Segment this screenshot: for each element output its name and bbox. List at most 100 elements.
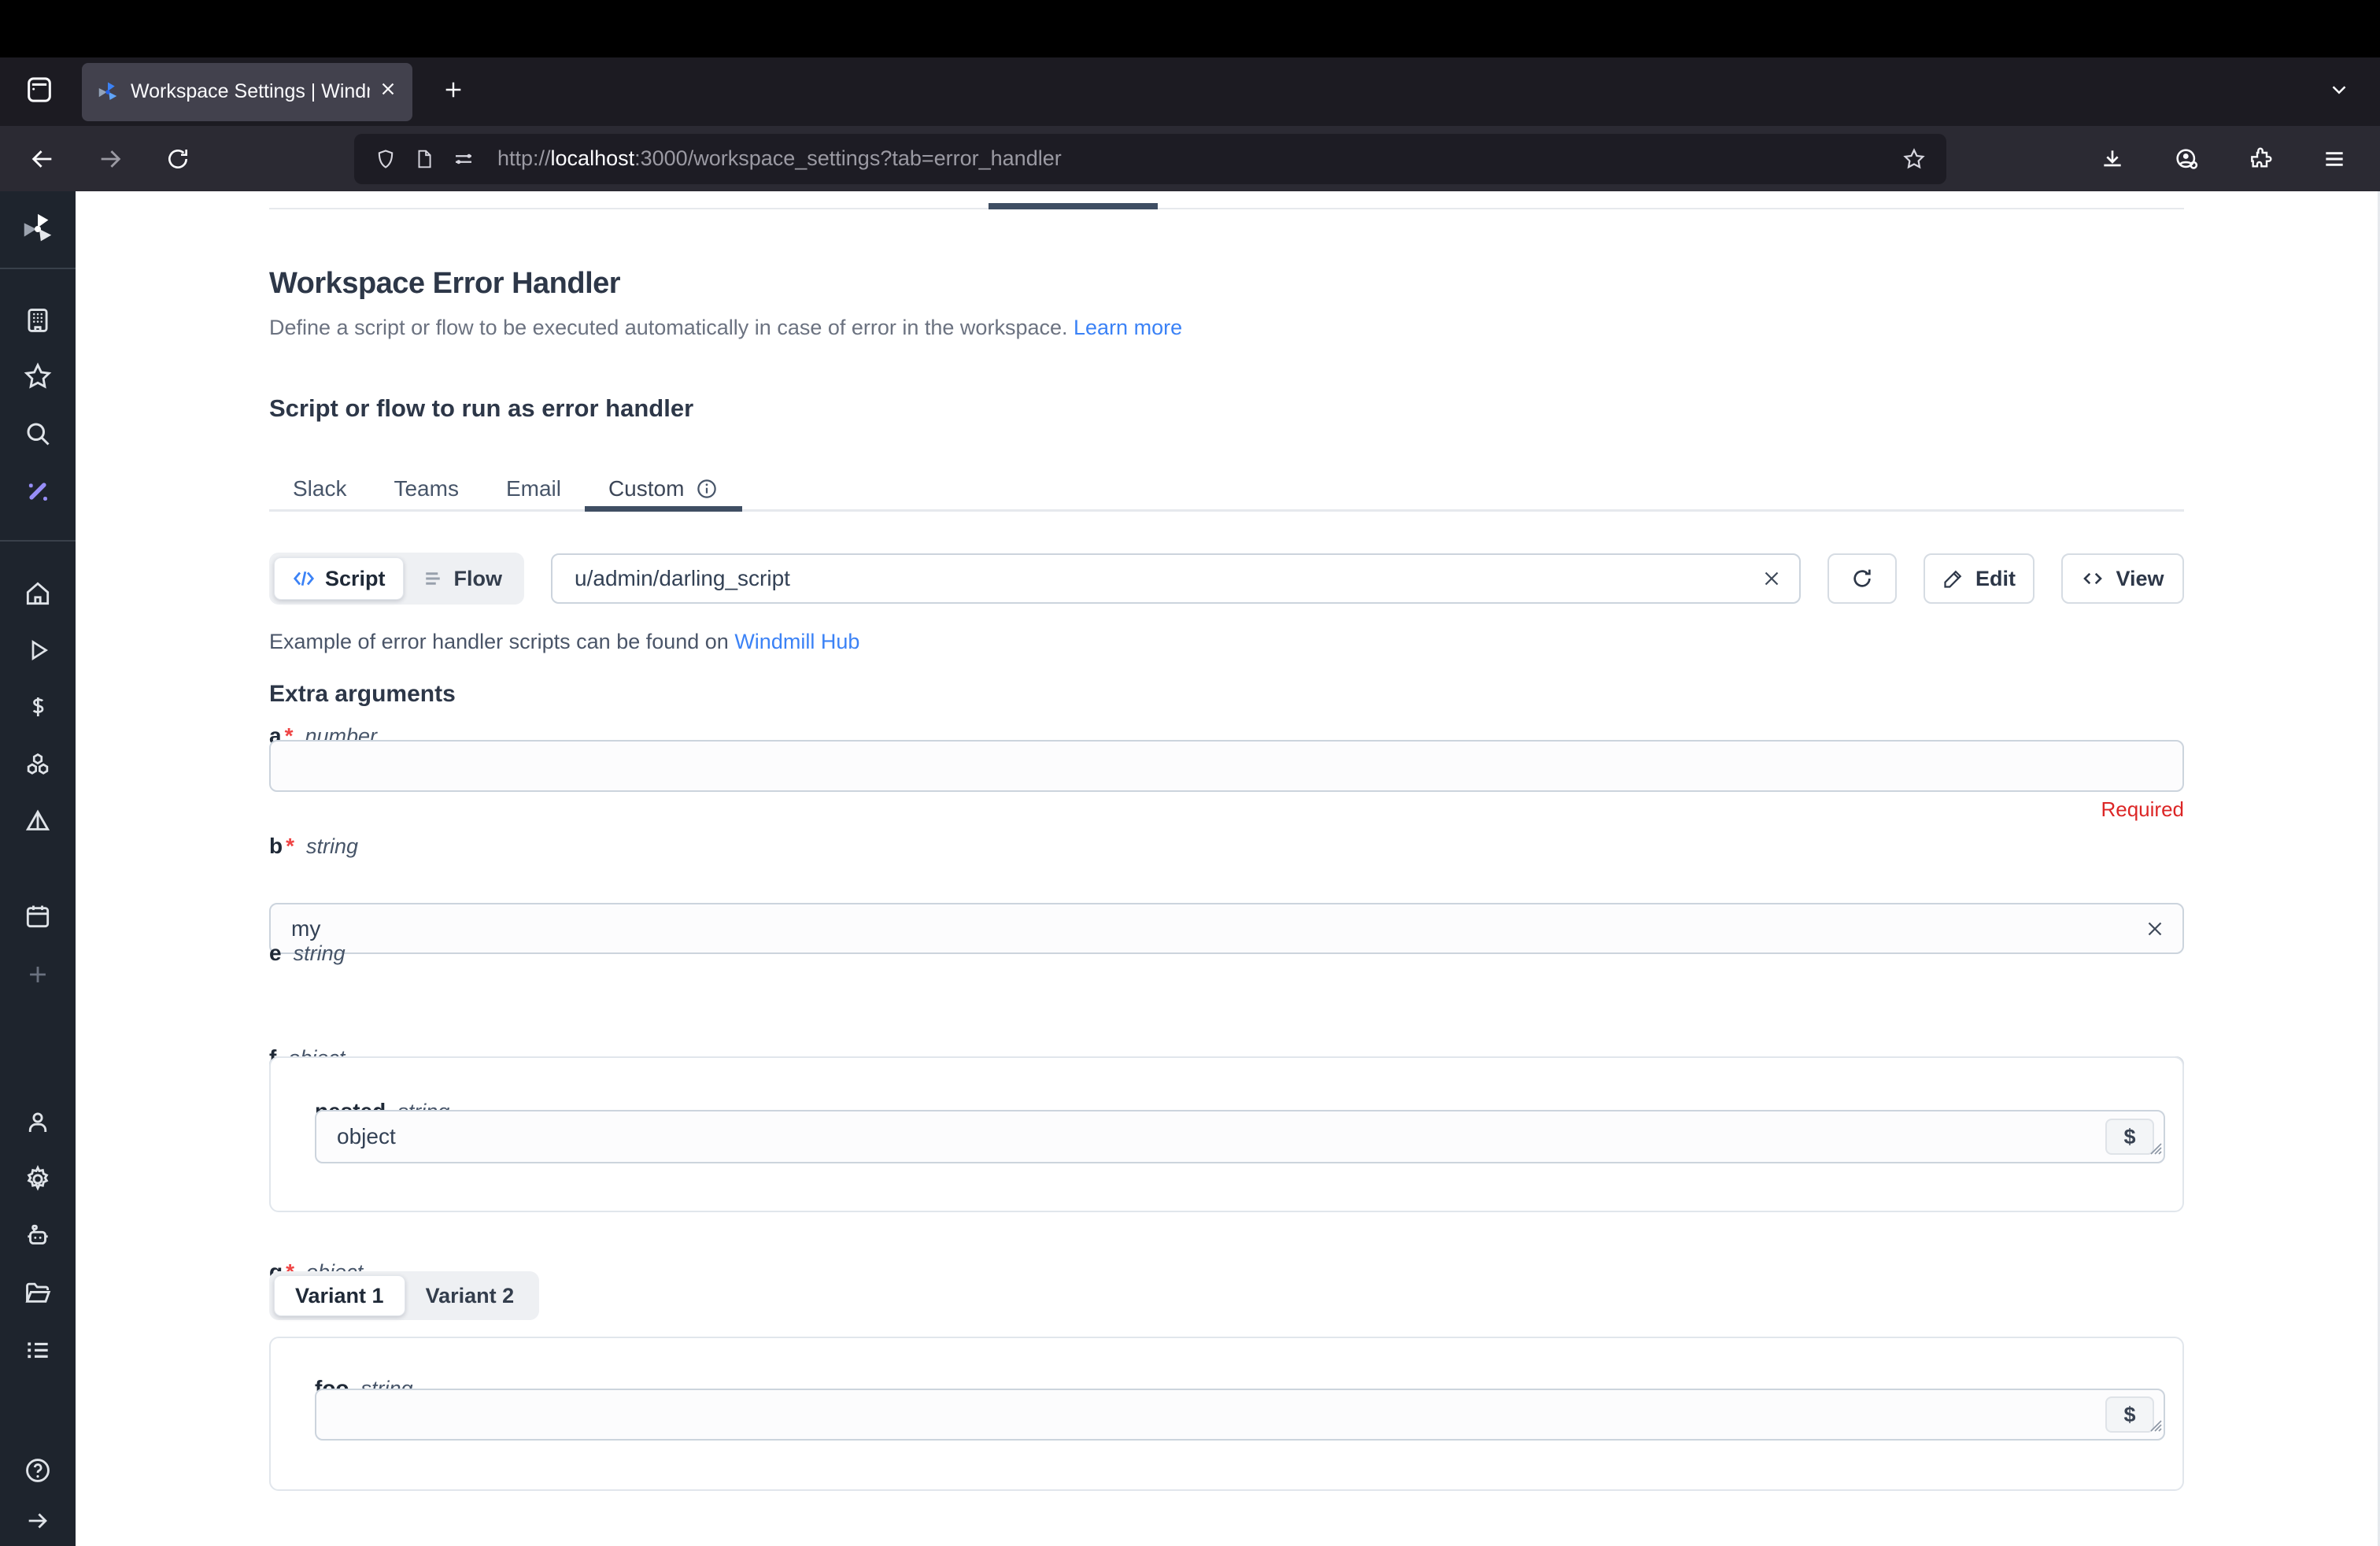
menu-button[interactable] <box>2312 137 2356 181</box>
plus-icon <box>24 961 51 992</box>
star-icon <box>23 361 53 395</box>
code-icon <box>292 567 316 590</box>
page-tabs-bottom-border <box>269 208 2184 209</box>
variant-1-tab[interactable]: Variant 1 <box>274 1275 405 1316</box>
sidebar-item-folders[interactable] <box>19 1276 57 1314</box>
tab-custom[interactable]: Custom <box>585 468 742 509</box>
sidebar-collapse-button[interactable] <box>19 1503 57 1541</box>
field-nested-input[interactable] <box>315 1110 2165 1163</box>
sidebar-item-settings[interactable] <box>19 1162 57 1200</box>
code-brackets-icon <box>2081 567 2105 590</box>
sidebar-item-variables[interactable] <box>19 690 57 727</box>
sidebar-item-triggers[interactable] <box>19 804 57 842</box>
script-path-input[interactable] <box>551 553 1801 604</box>
view-button[interactable]: View <box>2061 553 2184 604</box>
url-prefix: http:// <box>497 146 551 170</box>
forward-button[interactable] <box>88 137 132 181</box>
boxes-icon <box>23 750 53 784</box>
extensions-button[interactable] <box>2238 137 2282 181</box>
help-icon <box>23 1455 53 1489</box>
sidebar-item-search[interactable] <box>19 416 57 454</box>
field-f-object-box: nested string $ <box>269 1056 2184 1212</box>
sidebar-toggle-button[interactable] <box>17 70 61 114</box>
sidebar-toggle-icon <box>24 74 55 109</box>
sidebar-item-resources[interactable] <box>19 748 57 786</box>
url-bar[interactable]: http://localhost:3000/workspace_settings… <box>354 134 1946 184</box>
field-g-label: g* object <box>269 1259 2184 1285</box>
script-path-field <box>551 553 1801 604</box>
gear-icon <box>23 1164 53 1198</box>
permissions-icon[interactable] <box>452 147 475 171</box>
sidebar-item-users[interactable] <box>19 1105 57 1143</box>
field-a-input[interactable] <box>269 740 2184 792</box>
url-host: localhost <box>551 146 635 170</box>
sidebar-item-runs[interactable] <box>19 633 57 671</box>
resize-handle[interactable] <box>2144 1414 2163 1437</box>
magic-wand-icon <box>23 476 53 510</box>
active-page-tab-indicator <box>989 203 1158 209</box>
pyramid-icon <box>23 807 53 841</box>
resize-handle[interactable] <box>2144 1137 2163 1160</box>
learn-more-link[interactable]: Learn more <box>1074 316 1182 339</box>
play-icon <box>24 636 52 668</box>
url-text[interactable]: http://localhost:3000/workspace_settings… <box>497 146 1902 171</box>
browser-tab[interactable]: Workspace Settings | Windmill <box>82 63 412 121</box>
browser-toolbar: http://localhost:3000/workspace_settings… <box>0 126 2380 191</box>
sidebar-item-favorites[interactable] <box>19 359 57 397</box>
shield-icon[interactable] <box>375 147 397 171</box>
field-a-error: Required <box>269 797 2184 822</box>
sidebar-item-workspace[interactable] <box>19 301 57 339</box>
account-button[interactable] <box>2164 137 2208 181</box>
windmill-hub-link[interactable]: Windmill Hub <box>734 630 859 653</box>
downloads-button[interactable] <box>2090 137 2134 181</box>
field-g-object-box: foo string $ <box>269 1337 2184 1491</box>
field-foo-input[interactable] <box>315 1389 2165 1441</box>
sidebar-item-ai[interactable] <box>19 474 57 512</box>
tab-close-icon[interactable] <box>378 79 398 105</box>
windmill-logo[interactable] <box>19 210 57 248</box>
edit-button[interactable]: Edit <box>1924 553 2034 604</box>
refresh-button[interactable] <box>1828 553 1897 604</box>
top-black-strip <box>0 0 2380 57</box>
sidebar-item-logs[interactable] <box>19 1333 57 1370</box>
refresh-icon <box>1850 566 1875 591</box>
list-all-tabs-button[interactable] <box>2317 70 2361 114</box>
clear-b-icon[interactable] <box>2143 917 2167 941</box>
variant-2-tab[interactable]: Variant 2 <box>405 1275 535 1316</box>
tab-slack[interactable]: Slack <box>269 468 370 509</box>
tab-email[interactable]: Email <box>482 468 585 509</box>
flow-toggle[interactable]: Flow <box>404 557 520 600</box>
calendar-icon <box>23 901 53 935</box>
chevron-down-icon <box>2327 78 2351 105</box>
sidebar-divider <box>0 540 76 542</box>
handler-channel-tabs: Slack Teams Email Custom <box>269 468 2184 512</box>
browser-tab-bar: Workspace Settings | Windmill <box>0 57 2380 126</box>
info-icon[interactable] <box>695 477 719 501</box>
back-button[interactable] <box>20 137 65 181</box>
sidebar-item-home[interactable] <box>19 576 57 614</box>
field-b-label: b* string <box>269 834 2184 859</box>
sidebar-item-workers[interactable] <box>19 1219 57 1256</box>
page-info-icon[interactable] <box>414 147 434 171</box>
bookmark-star-icon[interactable] <box>1902 147 1926 171</box>
tab-teams[interactable]: Teams <box>370 468 482 509</box>
page-subtitle: Define a script or flow to be executed a… <box>269 316 2184 340</box>
new-tab-button[interactable] <box>431 70 475 114</box>
page-title: Workspace Error Handler <box>269 267 2184 301</box>
flow-icon <box>421 567 445 590</box>
script-toggle[interactable]: Script <box>274 557 404 600</box>
tab-title: Workspace Settings | Windmill <box>131 80 370 103</box>
field-nested: $ <box>315 1110 2165 1163</box>
sidebar-item-help[interactable] <box>19 1453 57 1491</box>
plus-icon <box>441 77 466 106</box>
url-rest: :3000/workspace_settings?tab=error_handl… <box>634 146 1062 170</box>
sidebar-item-schedules[interactable] <box>19 899 57 937</box>
sidebar-item-add[interactable] <box>19 957 57 995</box>
hub-example-line: Example of error handler scripts can be … <box>269 630 2184 654</box>
windmill-favicon <box>96 80 120 104</box>
script-flow-toggle: Script Flow <box>269 553 524 605</box>
settings-page: Workspace Error Handler Define a script … <box>76 191 2380 1546</box>
script-picker-row: Script Flow Edit <box>269 553 2184 605</box>
reload-button[interactable] <box>156 137 200 181</box>
clear-path-icon[interactable] <box>1760 567 1783 590</box>
